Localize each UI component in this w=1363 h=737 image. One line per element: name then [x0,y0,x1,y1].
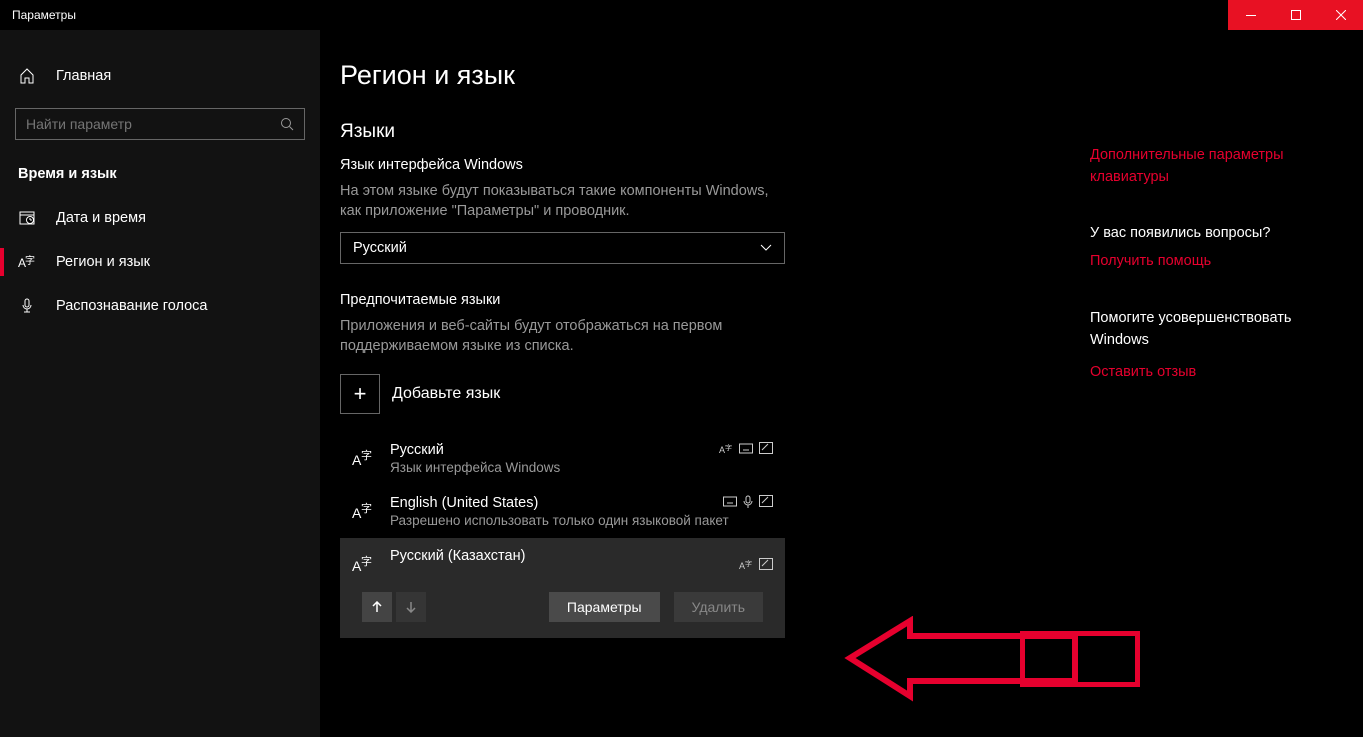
sidebar-item-label: Распознавание голоса [56,298,208,314]
page-title: Регион и язык [340,60,1080,91]
languages-heading: Языки [340,121,1080,143]
language-item-english-us[interactable]: A字 English (United States) Разрешено исп… [340,485,785,538]
language-feature-badges: A字 [719,442,773,456]
home-icon [18,68,36,84]
language-name: Русский [390,442,773,458]
display-lang-icon: A字 [719,442,733,456]
sidebar-item-label: Дата и время [56,210,146,226]
button-label: Удалить [692,599,745,615]
svg-text:字: 字 [745,559,752,568]
dropdown-value: Русский [353,240,407,256]
svg-text:字: 字 [361,554,372,568]
sidebar: Главная Время и язык Дата и время A字 Рег… [0,30,320,737]
sidebar-home-label: Главная [56,68,111,84]
sidebar-item-datetime[interactable]: Дата и время [0,196,320,240]
preferred-langs-label: Предпочитаемые языки [340,292,1080,308]
language-glyph-icon: A字 [352,499,376,523]
minimize-button[interactable] [1228,0,1273,30]
svg-text:字: 字 [361,501,372,515]
window-title: Параметры [0,8,76,22]
sidebar-item-speech[interactable]: Распознавание голоса [0,284,320,328]
language-subtitle: Язык интерфейса Windows [390,460,773,475]
svg-text:字: 字 [725,443,732,452]
related-links: Дополнительные параметры клавиатуры У ва… [1080,60,1363,737]
button-label: Параметры [567,599,642,615]
maximize-button[interactable] [1273,0,1318,30]
move-up-button[interactable] [362,592,392,622]
feedback-heading: Помогите усовершенствовать Windows [1090,308,1320,352]
language-actions: Параметры Удалить [352,576,773,638]
main-content: Регион и язык Языки Язык интерфейса Wind… [340,60,1080,737]
interface-lang-label: Язык интерфейса Windows [340,157,1080,173]
search-input[interactable] [15,108,305,140]
voice-icon [743,495,753,509]
get-help-link[interactable]: Получить помощь [1090,251,1363,273]
preferred-langs-desc: Приложения и веб-сайты будут отображатьс… [340,316,785,357]
language-glyph-icon: A字 [352,446,376,470]
language-options-button[interactable]: Параметры [549,592,660,622]
questions-heading: У вас появились вопросы? [1090,225,1363,241]
sidebar-item-label: Регион и язык [56,254,150,270]
language-feature-badges: A字 [739,558,773,572]
mic-icon [18,298,36,314]
sidebar-home[interactable]: Главная [0,56,320,96]
close-button[interactable] [1318,0,1363,30]
display-lang-icon: A字 [739,558,753,572]
language-delete-button[interactable]: Удалить [674,592,763,622]
plus-icon: + [340,374,380,414]
handwriting-icon [759,558,773,572]
add-language-button[interactable]: + Добавьте язык [340,374,1080,414]
arrow-up-icon [371,601,383,613]
handwriting-icon [759,442,773,456]
keyboard-icon [723,495,737,509]
language-name: English (United States) [390,495,773,511]
language-feature-badges [723,495,773,509]
svg-text:字: 字 [361,448,372,462]
add-language-label: Добавьте язык [392,385,500,403]
language-item-russian-kz[interactable]: A字 Русский (Казахстан) A字 [340,538,785,638]
titlebar: Параметры [0,0,1363,30]
feedback-link[interactable]: Оставить отзыв [1090,362,1363,384]
language-icon: A字 [18,254,36,270]
svg-text:字: 字 [25,254,35,267]
search-icon [280,117,294,131]
chevron-down-icon [760,244,772,252]
language-subtitle: Разрешено использовать только один языко… [390,513,773,528]
language-glyph-icon: A字 [352,552,376,576]
language-item-russian[interactable]: A字 Русский Язык интерфейса Windows A字 [340,432,785,485]
keyboard-advanced-link[interactable]: Дополнительные параметры клавиатуры [1090,145,1330,189]
window-controls [1228,0,1363,30]
search-field[interactable] [26,116,254,132]
close-icon [1336,10,1346,20]
keyboard-icon [739,442,753,456]
move-down-button[interactable] [396,592,426,622]
interface-lang-desc: На этом языке будут показываться такие к… [340,181,785,222]
sidebar-section-title: Время и язык [0,166,320,182]
sidebar-item-region-language[interactable]: A字 Регион и язык [0,240,320,284]
calendar-clock-icon [18,210,36,226]
handwriting-icon [759,495,773,509]
maximize-icon [1291,10,1301,20]
interface-lang-dropdown[interactable]: Русский [340,232,785,264]
arrow-down-icon [405,601,417,613]
minimize-icon [1246,15,1256,16]
language-name: Русский (Казахстан) [390,548,773,564]
